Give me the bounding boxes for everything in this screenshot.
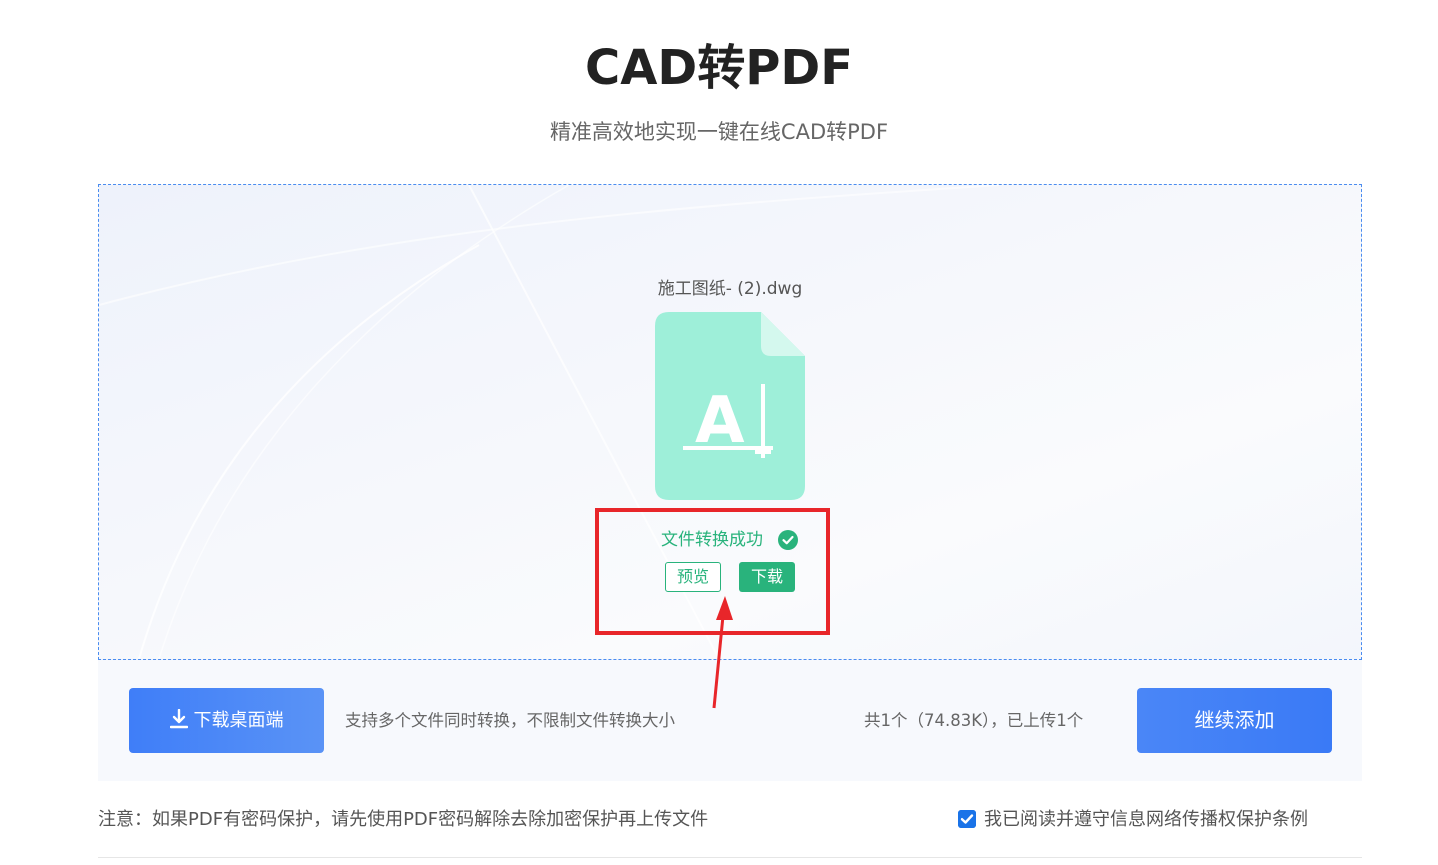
upload-drop-zone[interactable]: 施工图纸- (2).dwg A 文件转换成功 预览 下载 xyxy=(98,184,1362,660)
file-name: 施工图纸- (2).dwg xyxy=(657,279,803,299)
page-subtitle: 精准高效地实现一键在线CAD转PDF xyxy=(549,120,889,144)
download-desktop-label: 下载桌面端 xyxy=(193,710,284,731)
password-note-text: 注意：如果PDF有密码保护，请先使用PDF密码解除去除加密保护再上传文件 xyxy=(98,809,709,830)
conversion-status-text: 文件转换成功 xyxy=(661,530,763,550)
agree-checkbox[interactable] xyxy=(958,810,976,828)
continue-add-button[interactable]: 继续添加 xyxy=(1137,688,1332,753)
cad-file-icon: A xyxy=(655,312,805,500)
check-circle-icon xyxy=(778,530,798,550)
download-desktop-button[interactable]: 下载桌面端 xyxy=(129,688,324,753)
download-button[interactable]: 下载 xyxy=(739,562,795,592)
page-title: CAD转PDF xyxy=(584,40,854,96)
preview-button[interactable]: 预览 xyxy=(665,562,721,592)
agree-terms-text[interactable]: 我已阅读并遵守信息网络传播权保护条例 xyxy=(984,806,1308,834)
bottom-divider xyxy=(98,857,1362,858)
support-info-text: 支持多个文件同时转换，不限制文件转换大小 xyxy=(345,711,675,730)
download-icon xyxy=(169,709,188,729)
upload-count-text: 共1个（74.83K），已上传1个 xyxy=(864,711,1084,730)
